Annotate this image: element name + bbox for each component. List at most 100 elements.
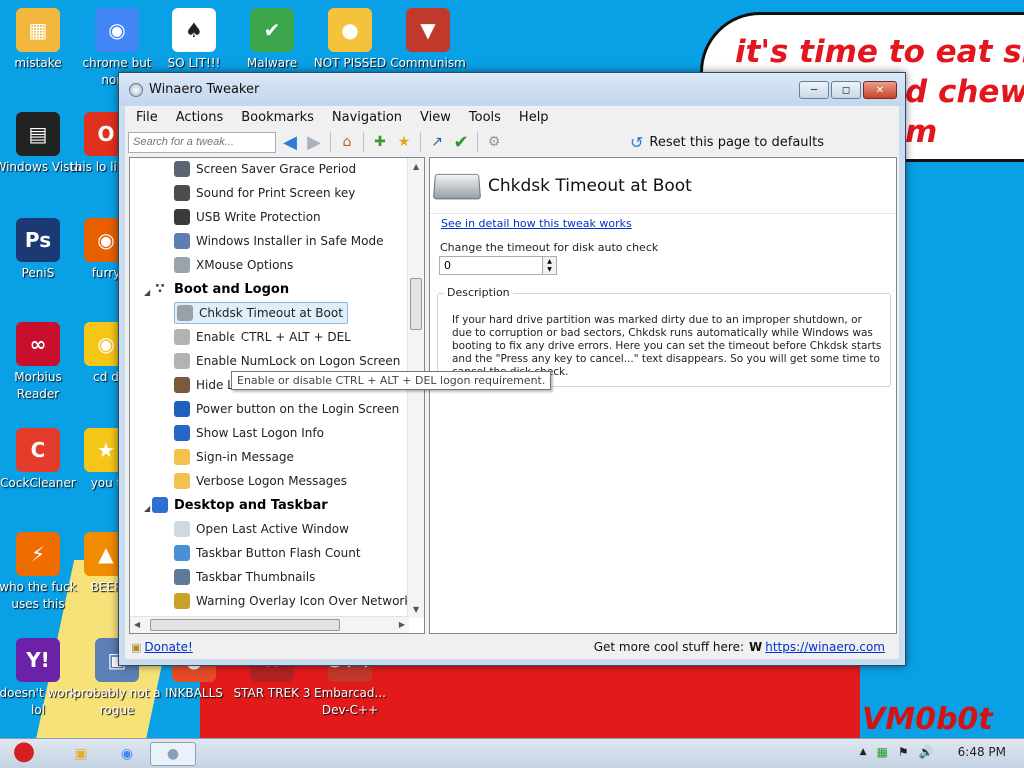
panel-header: Chkdsk Timeout at Boot (430, 158, 896, 214)
status-bar: ▣ Donate! Get more cool stuff here: W ht… (125, 635, 899, 659)
flag-icon[interactable]: ⚑ (898, 745, 909, 759)
decrement-icon[interactable]: ▼ (547, 266, 552, 273)
tree-item[interactable]: Power button on the Login Screen (174, 398, 399, 420)
menu-tools[interactable]: Tools (460, 110, 510, 125)
close-button[interactable]: ✕ (863, 81, 897, 99)
start-button-angry-bird-icon[interactable]: ● (2, 733, 46, 768)
tree-item-label: XMouse Options (196, 258, 294, 272)
winaero-url-link[interactable]: https://winaero.com (765, 640, 885, 654)
explorer-taskbar-icon[interactable]: ▣ (68, 742, 94, 766)
forward-icon[interactable]: ▶ (304, 132, 324, 153)
tree-item[interactable]: Show Last Logon Info (174, 422, 324, 444)
network-icon[interactable]: ▦ (877, 745, 888, 759)
tree-item[interactable]: Warning Overlay Icon Over Network Icon i… (174, 590, 424, 612)
tree-item[interactable]: Verbose Logon Messages (174, 470, 347, 492)
tree-item-label: Sound for Print Screen key (196, 186, 356, 200)
detail-link[interactable]: See in detail how this tweak works (441, 217, 632, 230)
desktop-icon-label: SO LIT!!! (167, 56, 221, 70)
menu-bar: File Actions Bookmarks Navigation View T… (125, 106, 899, 128)
tree-item-label: Taskbar Button Flash Count (196, 546, 361, 560)
tree-category-desktop-taskbar[interactable]: Desktop and Taskbar (152, 494, 328, 516)
solitaire-icon: ♠ (172, 8, 216, 52)
export-icon[interactable]: ↗ (427, 132, 447, 152)
chrome-taskbar-icon[interactable]: ◉ (114, 742, 140, 766)
apply-check-icon[interactable]: ✔ (451, 132, 471, 153)
settings-gear-icon[interactable]: ⚙ (484, 132, 504, 152)
window-icon (174, 521, 190, 537)
minimize-button[interactable]: ─ (799, 81, 829, 99)
menu-file[interactable]: File (127, 110, 167, 125)
panel-title: Chkdsk Timeout at Boot (488, 175, 692, 196)
winaero-taskbar-button[interactable]: ● (150, 742, 196, 766)
search-input[interactable] (128, 131, 276, 153)
drive-icon (177, 305, 193, 321)
desktop-icon-mistake[interactable]: ▦ mistake (0, 8, 82, 72)
tree-item[interactable]: Sound for Print Screen key (174, 182, 355, 204)
tweak-tree[interactable]: Screen Saver Grace Period Sound for Print… (129, 157, 425, 634)
home-icon[interactable]: ⌂ (337, 132, 357, 152)
tree-item-selected[interactable]: Chkdsk Timeout at Boot (174, 302, 348, 324)
desktop-icon-label: Embarcad... Dev-C++ (314, 686, 386, 717)
back-icon[interactable]: ◀ (280, 132, 300, 153)
desktop-icon-label: Communism (390, 56, 466, 70)
tree-item[interactable]: Taskbar Thumbnails (174, 566, 315, 588)
tree-item[interactable]: XMouse Options (174, 254, 293, 276)
scroll-thumb[interactable] (410, 278, 422, 330)
desktop-icon-communism[interactable]: ▼ Communism (384, 8, 472, 72)
yahoo-icon: Y! (16, 638, 60, 682)
scroll-up-icon[interactable]: ▲ (413, 162, 419, 171)
tray-expand-icon[interactable]: ▲ (860, 747, 867, 757)
stepper-buttons[interactable]: ▲ ▼ (542, 257, 556, 274)
screensaver-icon (174, 161, 190, 177)
desktop-icon-doesnt-work[interactable]: Y! doesn't work lol (0, 638, 82, 719)
tree-horizontal-scrollbar[interactable]: ◀ ▶ (130, 616, 409, 633)
timeout-value: 0 (444, 259, 451, 272)
scroll-right-icon[interactable]: ▶ (399, 620, 405, 629)
tree-item[interactable]: USB Write Protection (174, 206, 321, 228)
message-icon (174, 473, 190, 489)
tree-item[interactable]: Screen Saver Grace Period (174, 158, 356, 180)
tree-item[interactable]: Open Last Active Window (174, 518, 349, 540)
menu-actions[interactable]: Actions (167, 110, 233, 125)
tree-item[interactable]: Taskbar Button Flash Count (174, 542, 361, 564)
timeout-label: Change the timeout for disk auto check (440, 241, 659, 254)
tree-item[interactable]: Sign-in Message (174, 446, 294, 468)
desktop-icon-label: STAR TREK 3 (233, 686, 311, 700)
tree-item[interactable]: Windows Installer in Safe Mode (174, 230, 383, 252)
photoshop-icon: Ps (16, 218, 60, 262)
power-icon (174, 401, 190, 417)
reset-page-button[interactable]: ↺ Reset this page to defaults (630, 133, 824, 152)
increment-icon[interactable]: ▲ (547, 258, 552, 265)
volume-icon[interactable]: 🔊 (919, 745, 934, 759)
scroll-down-icon[interactable]: ▼ (413, 605, 419, 614)
tree-item-label: Enable NumLock on Logon Screen (196, 354, 401, 368)
ccleaner-icon: C (16, 428, 60, 472)
timeout-stepper[interactable]: 0 ▲ ▼ (439, 256, 557, 275)
tree-item-label: Sign-in Message (196, 450, 294, 464)
app-icon (129, 82, 143, 97)
title-bar[interactable]: Winaero Tweaker (119, 73, 905, 106)
maximize-button[interactable]: ◻ (831, 81, 861, 99)
collapse-arrow-icon[interactable]: ◢ (144, 504, 150, 513)
tree-item[interactable]: Enable CTRL + ALT + DEL (174, 326, 351, 348)
collapse-arrow-icon[interactable]: ◢ (144, 288, 150, 297)
scroll-thumb[interactable] (150, 619, 340, 631)
desktop-icon-not-pissed[interactable]: ● NOT PISSED (306, 8, 394, 72)
tooltip: Enable or disable CTRL + ALT + DEL logon… (231, 371, 552, 390)
desktop-icon-malware[interactable]: ✔ Malware (228, 8, 316, 72)
scroll-left-icon[interactable]: ◀ (134, 620, 140, 629)
installer-icon (174, 233, 190, 249)
menu-view[interactable]: View (411, 110, 460, 125)
tree-category-boot-logon[interactable]: ∵ Boot and Logon (152, 278, 289, 300)
desktop-icon-so-lit[interactable]: ♠ SO LIT!!! (150, 8, 238, 72)
add-bookmark-icon[interactable]: ✚ (370, 132, 390, 152)
menu-help[interactable]: Help (510, 110, 558, 125)
tree-item-label: Verbose Logon Messages (196, 474, 348, 488)
bookmarks-star-icon[interactable]: ★ (394, 132, 414, 152)
tree-item[interactable]: Enable NumLock on Logon Screen (174, 350, 400, 372)
menu-navigation[interactable]: Navigation (323, 110, 411, 125)
toolbar: ◀ ▶ ⌂ ✚ ★ ↗ ✔ ⚙ ↺ Reset this page to def… (125, 128, 899, 156)
donate-link[interactable]: Donate! (144, 640, 192, 654)
menu-bookmarks[interactable]: Bookmarks (232, 110, 323, 125)
clock[interactable]: 6:48 PM (958, 745, 1006, 759)
